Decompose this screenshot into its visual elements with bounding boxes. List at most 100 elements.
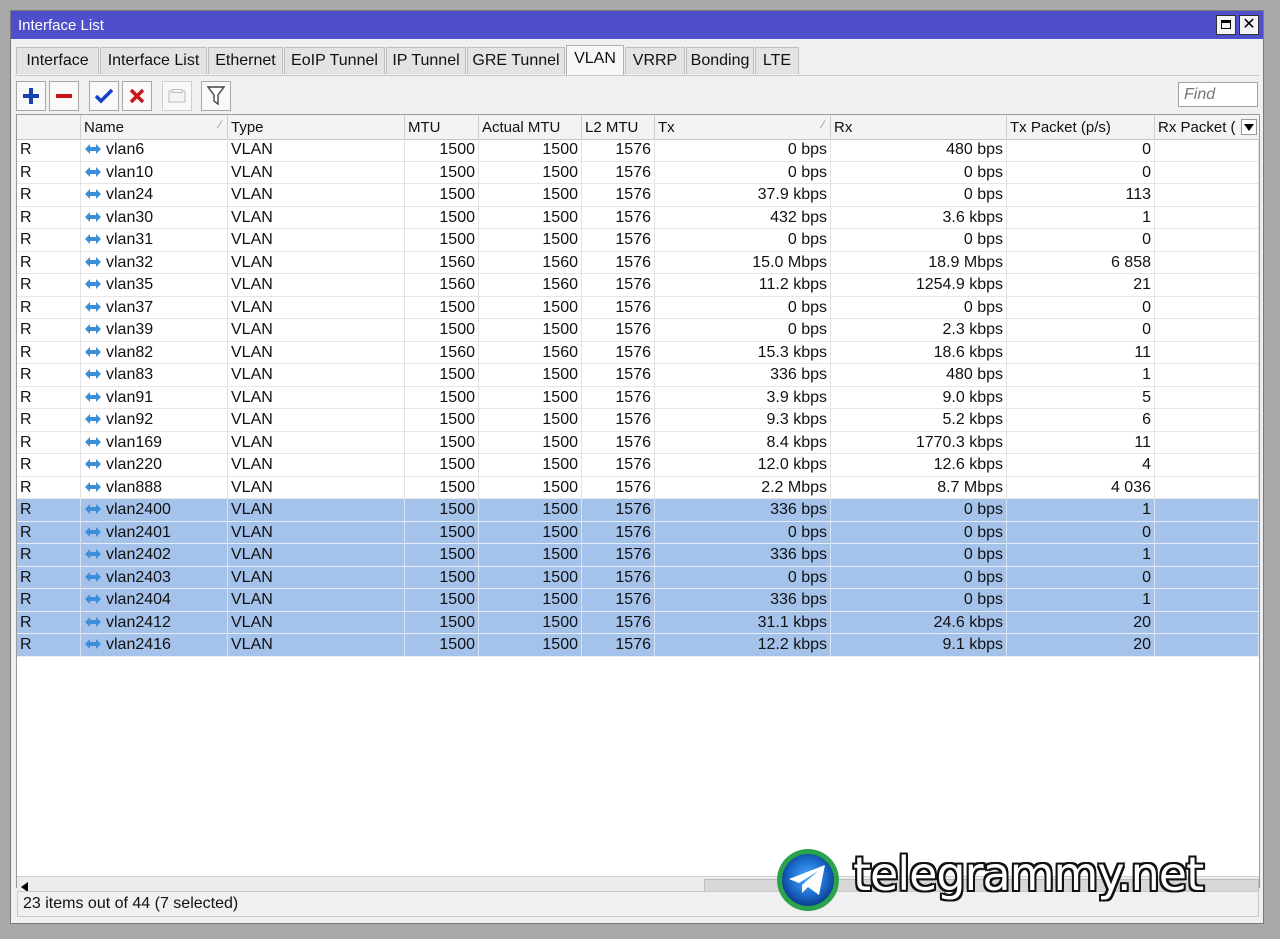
column-header-tx[interactable]: Tx ⁄ [655,115,831,139]
cell-rx-packet [1155,386,1259,409]
cell-tx: 0 bps [655,296,831,319]
tab-interface-list[interactable]: Interface List [100,47,207,74]
column-header-actual-mtu[interactable]: Actual MTU [479,115,582,139]
column-header-flags[interactable] [17,115,81,139]
column-header-rx[interactable]: Rx [831,115,1007,139]
cell-flags: R [17,206,81,229]
vlan-interface-icon [85,211,101,222]
table-row[interactable]: Rvlan2401 VLAN 1500 1500 1576 0 bps 0 bps 0 [17,521,1259,544]
cell-rx: 0 bps [831,296,1007,319]
table-row[interactable]: Rvlan2404 VLAN 1500 1500 1576 336 bps 0 bps 1 [17,589,1259,612]
column-header-rx-packet[interactable]: Rx Packet ( [1155,115,1259,139]
table-row[interactable]: Rvlan35 VLAN 1560 1560 1576 11.2 kbps 1254.9 k… [17,274,1259,297]
tab-lte[interactable]: LTE [755,47,799,74]
vlan-interface-icon [85,639,101,649]
table-row[interactable]: Rvlan32 VLAN 1560 1560 1576 15.0 Mbps 18.9 Mbp… [17,251,1259,274]
tab-ip-tunnel[interactable]: IP Tunnel [386,47,466,74]
cell-flags: R [17,364,81,386]
table-row[interactable]: Rvlan2412 VLAN 1500 1500 1576 31.1 kbps 24.6 k… [17,611,1259,634]
cell-type: VLAN [228,184,405,206]
comment-button[interactable] [162,81,192,111]
find-input[interactable] [1178,82,1258,107]
add-button[interactable] [16,81,46,111]
table-row[interactable]: Rvlan92 VLAN 1500 1500 1576 9.3 kbps 5.2 kbps 6 [17,409,1259,432]
cell-actual-mtu: 1500 [479,611,582,634]
column-header-type[interactable]: Type [228,115,405,139]
column-header-tx-packet[interactable]: Tx Packet (p/s) [1007,115,1155,139]
filter-button[interactable] [201,81,231,111]
cell-l2-mtu: 1576 [582,589,655,611]
cell-rx-packet [1155,634,1259,656]
tab-ethernet[interactable]: Ethernet [208,47,283,74]
column-header-l2-mtu[interactable]: L2 MTU [582,115,655,139]
cell-name: vlan91 [81,386,228,409]
cell-tx: 2.2 Mbps [655,476,831,499]
vlan-interface-icon [85,459,101,469]
table-row[interactable]: Rvlan10 VLAN 1500 1500 1576 0 bps 0 bps 0 [17,161,1259,184]
interface-name: vlan91 [106,388,154,406]
cell-flags: R [17,184,81,206]
table-row[interactable]: Rvlan39 VLAN 1500 1500 1576 0 bps 2.3 kbps 0 [17,319,1259,342]
cell-name: vlan30 [81,206,228,229]
cell-rx: 0 bps [831,499,1007,521]
tab-gre-tunnel[interactable]: GRE Tunnel [467,47,565,74]
cell-tx: 0 bps [655,319,831,341]
tab-bonding[interactable]: Bonding [686,47,754,74]
vlan-interface-icon [85,549,101,559]
table-row[interactable]: Rvlan2400 VLAN 1500 1500 1576 336 bps 0 bps 1 [17,499,1259,522]
cell-mtu: 1500 [405,431,479,454]
maximize-button[interactable] [1216,15,1236,35]
title-bar[interactable]: Interface List ✕ [11,11,1263,39]
cell-tx: 0 bps [655,566,831,589]
cell-mtu: 1500 [405,139,479,161]
cell-type: VLAN [228,206,405,229]
vlan-interface-icon [85,616,101,627]
vlan-interface-icon [85,189,101,199]
cell-flags: R [17,499,81,521]
cell-flags: R [17,341,81,364]
column-menu-icon[interactable] [1241,119,1257,135]
cell-rx: 0 bps [831,184,1007,206]
vlan-interface-icon [85,324,101,334]
cell-rx: 480 bps [831,139,1007,161]
cell-tx: 336 bps [655,499,831,521]
table-row[interactable]: Rvlan37 VLAN 1500 1500 1576 0 bps 0 bps 0 [17,296,1259,319]
table-row[interactable]: Rvlan2416 VLAN 1500 1500 1576 12.2 kbps 9.1 kb… [17,634,1259,657]
cell-flags: R [17,409,81,431]
cell-flags: R [17,544,81,566]
cell-name: vlan2400 [81,499,228,521]
table-row[interactable]: Rvlan30 VLAN 1500 1500 1576 432 bps 3.6 kbps 1 [17,206,1259,229]
column-header-rx-packet-label: Rx Packet ( [1158,119,1236,136]
cell-type: VLAN [228,431,405,454]
tab-eoip-tunnel[interactable]: EoIP Tunnel [284,47,385,74]
table-row[interactable]: Rvlan6 VLAN 1500 1500 1576 0 bps 480 bps 0 [17,139,1259,162]
table-row[interactable]: Rvlan91 VLAN 1500 1500 1576 3.9 kbps 9.0 kbps 5 [17,386,1259,409]
cell-tx: 8.4 kbps [655,431,831,454]
table-row[interactable]: Rvlan888 VLAN 1500 1500 1576 2.2 Mbps 8.7 Mbps… [17,476,1259,499]
table-row[interactable]: Rvlan2403 VLAN 1500 1500 1576 0 bps 0 bps 0 [17,566,1259,589]
table-row[interactable]: Rvlan220 VLAN 1500 1500 1576 12.0 kbps 12.6 kb… [17,454,1259,477]
table-row[interactable]: Rvlan24 VLAN 1500 1500 1576 37.9 kbps 0 bps 113 [17,184,1259,207]
column-header-mtu[interactable]: MTU [405,115,479,139]
maximize-icon [1221,20,1231,29]
enable-button[interactable] [89,81,119,111]
table-row[interactable]: Rvlan82 VLAN 1560 1560 1576 15.3 kbps 18.6 kbp… [17,341,1259,364]
remove-button[interactable] [49,81,79,111]
disable-button[interactable] [122,81,152,111]
table-row[interactable]: Rvlan31 VLAN 1500 1500 1576 0 bps 0 bps 0 [17,229,1259,252]
cell-tx-packet: 0 [1007,139,1155,161]
cell-type: VLAN [228,521,405,544]
tab-interface[interactable]: Interface [16,47,99,74]
table-row[interactable]: Rvlan2402 VLAN 1500 1500 1576 336 bps 0 bps 1 [17,544,1259,567]
cell-mtu: 1500 [405,521,479,544]
table-row[interactable]: Rvlan169 VLAN 1500 1500 1576 8.4 kbps 1770.3 k… [17,431,1259,454]
cell-name: vlan2412 [81,611,228,634]
vlan-interface-icon [85,256,101,267]
cell-tx-packet: 0 [1007,566,1155,589]
tab-vrrp[interactable]: VRRP [625,47,685,74]
close-button[interactable]: ✕ [1239,15,1259,35]
tab-vlan[interactable]: VLAN [566,45,624,76]
table-row[interactable]: Rvlan83 VLAN 1500 1500 1576 336 bps 480 bps 1 [17,364,1259,387]
column-header-name[interactable]: Name ⁄ [81,115,228,139]
cell-type: VLAN [228,229,405,251]
